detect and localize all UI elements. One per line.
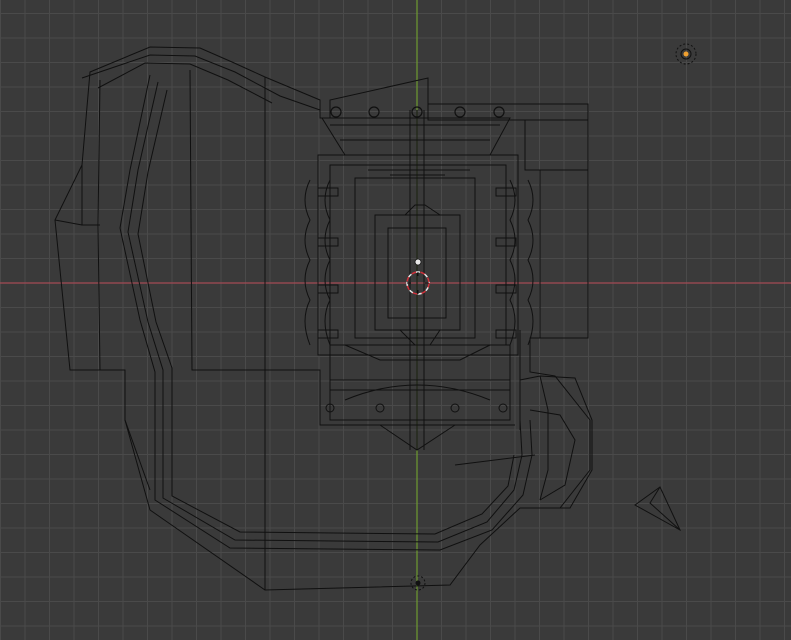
viewport-background xyxy=(0,0,791,640)
object-origin-icon xyxy=(414,258,422,266)
lamp-center-icon xyxy=(683,51,689,57)
empty-dot-icon xyxy=(415,580,421,586)
3d-viewport[interactable] xyxy=(0,0,791,640)
